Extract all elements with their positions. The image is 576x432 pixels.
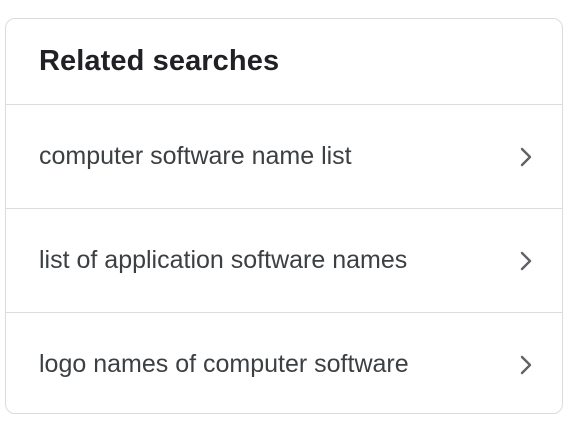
related-searches-title: Related searches	[39, 45, 280, 77]
related-search-item[interactable]: computer software name list	[6, 105, 562, 209]
related-search-label: logo names of computer software	[39, 350, 409, 378]
related-search-label: computer software name list	[39, 142, 352, 170]
chevron-right-icon	[516, 355, 536, 375]
related-search-label: list of application software names	[39, 246, 408, 274]
related-searches-header: Related searches	[6, 19, 562, 105]
related-searches-card: Related searches computer software name …	[5, 18, 563, 414]
chevron-right-icon	[516, 147, 536, 167]
related-search-item[interactable]: list of application software names	[6, 209, 562, 313]
related-search-item[interactable]: logo names of computer software	[6, 313, 562, 413]
chevron-right-icon	[516, 251, 536, 271]
